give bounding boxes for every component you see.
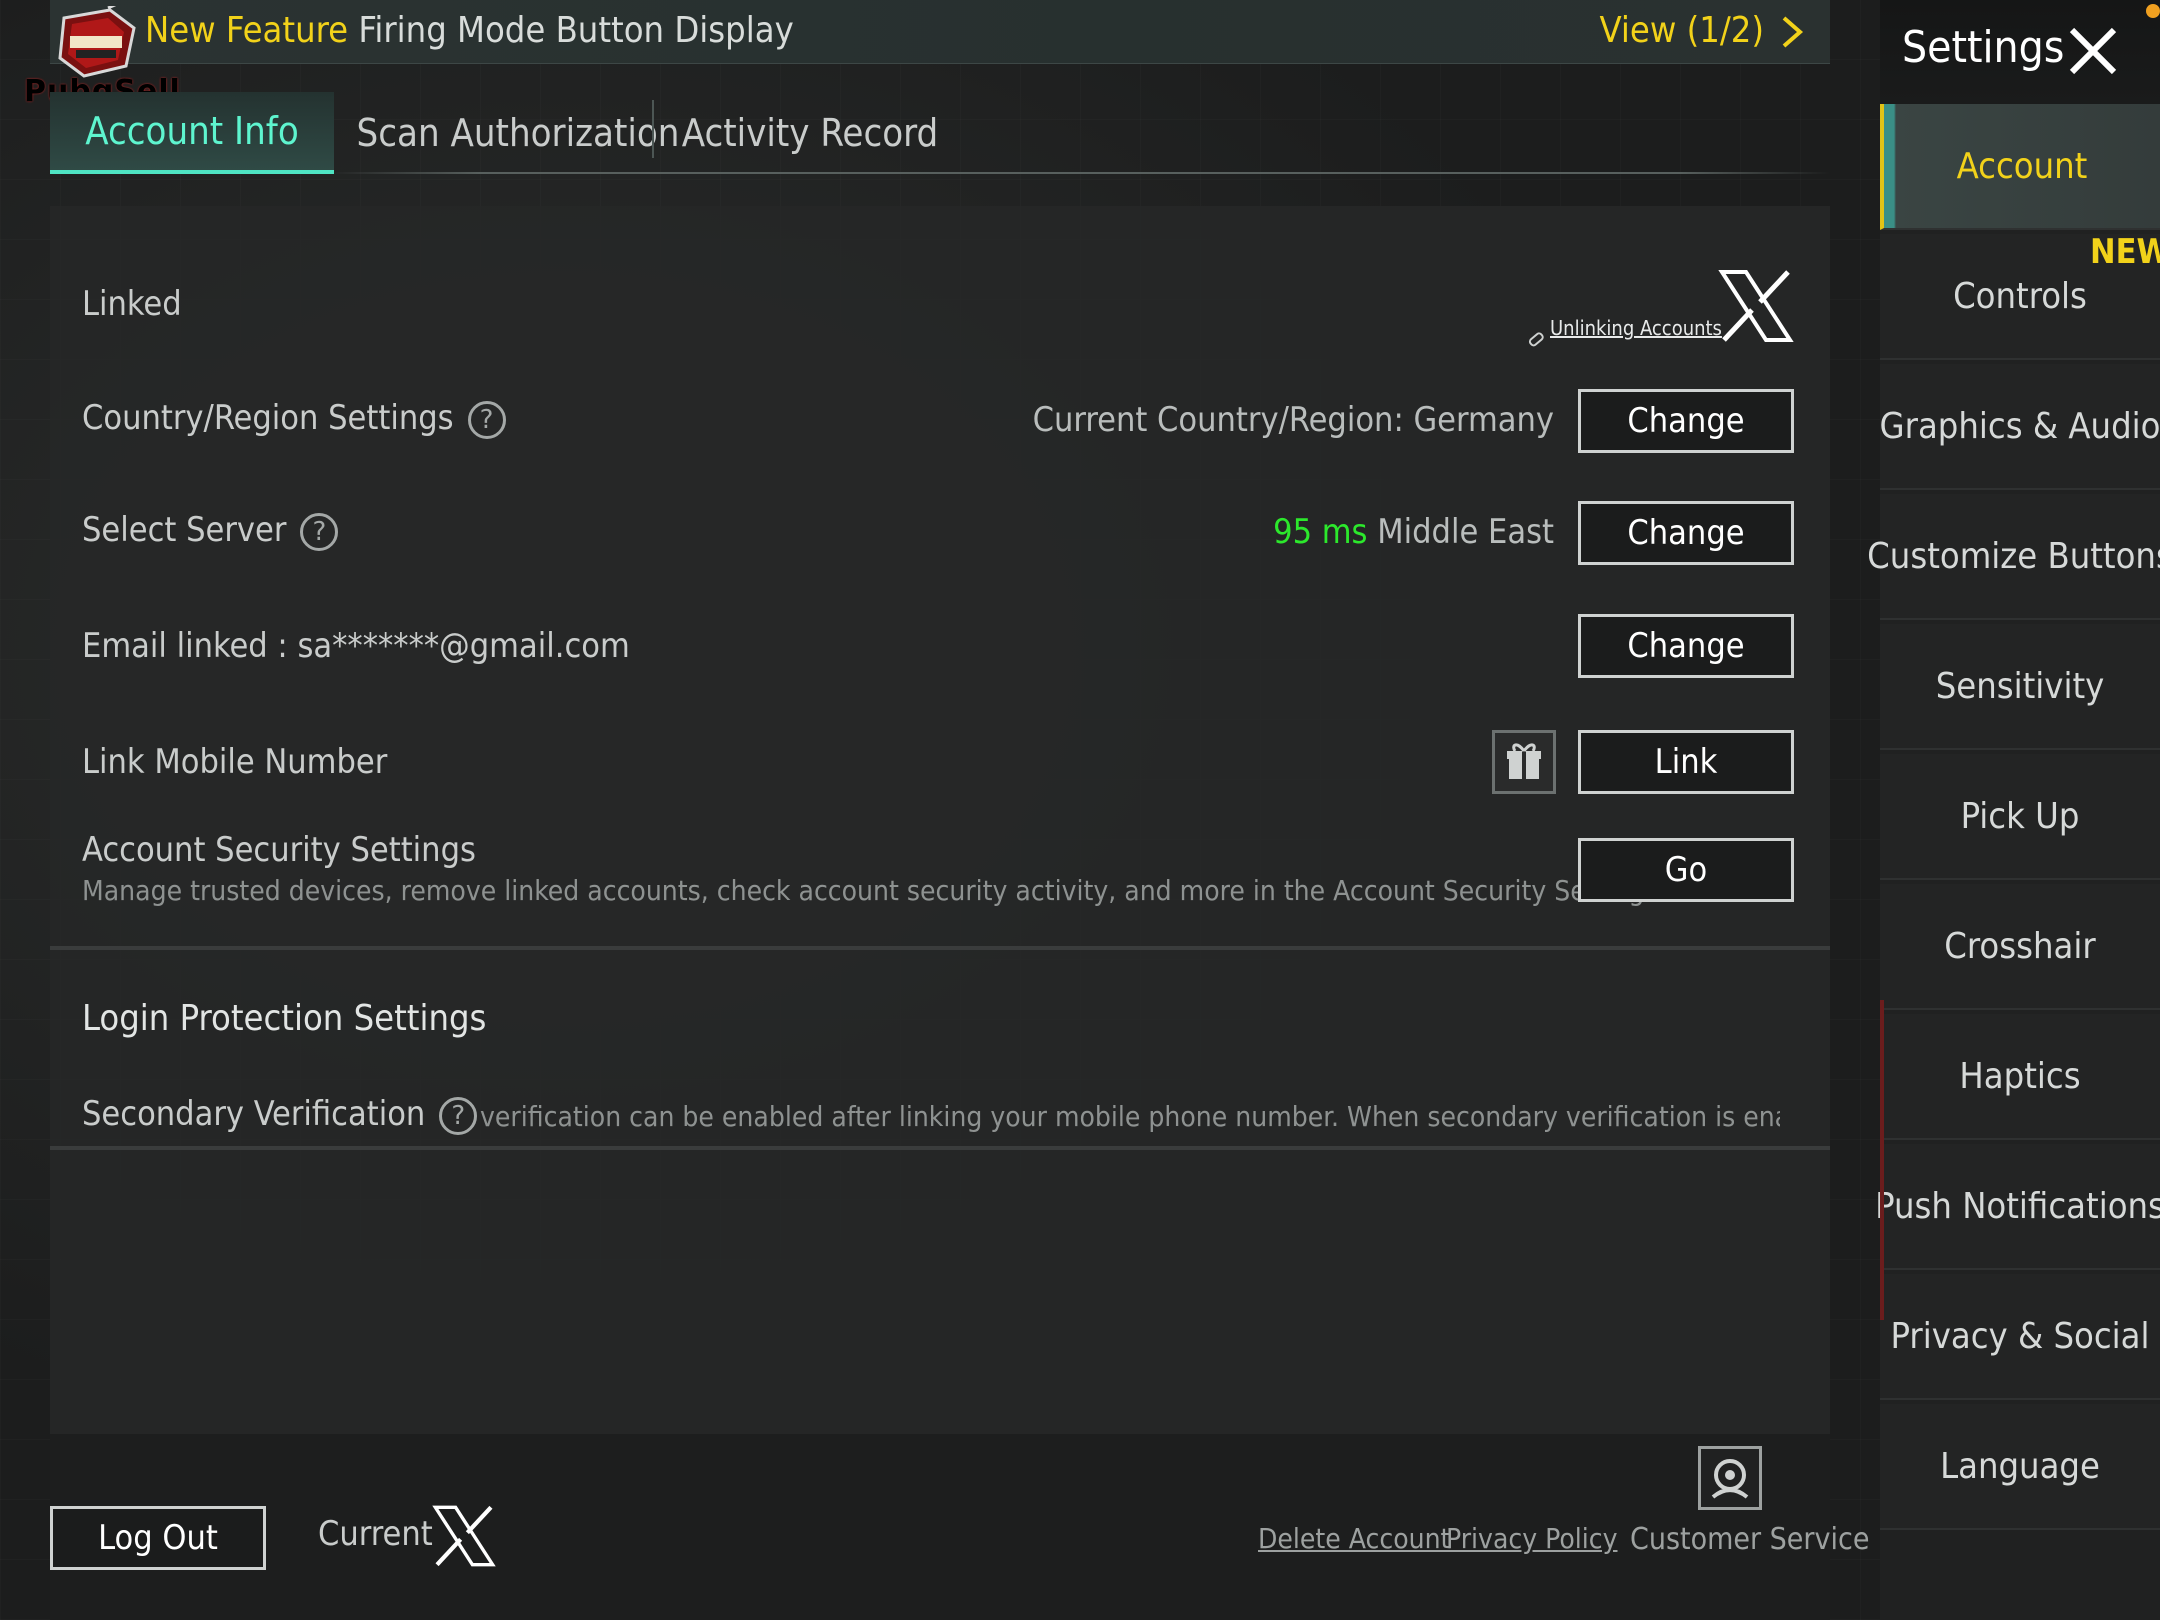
banner-title: New Feature Firing Mode Button Display <box>145 10 794 51</box>
tab-activity-record[interactable]: Activity Record <box>682 92 938 174</box>
sidebar-item-account[interactable]: Account <box>1880 104 2160 230</box>
change-country-button[interactable]: Change <box>1578 389 1794 453</box>
log-out-button[interactable]: Log Out <box>50 1506 266 1570</box>
help-icon[interactable]: ? <box>300 512 339 551</box>
settings-header: Settings <box>1880 0 2160 104</box>
server-ping: 95 ms <box>1273 512 1368 552</box>
tab-separator <box>652 100 654 158</box>
feature-banner[interactable]: New Feature Firing Mode Button Display V… <box>50 0 1830 64</box>
chevron-right-icon[interactable] <box>1776 12 1806 52</box>
tab-underline <box>330 172 1830 174</box>
notification-dot <box>2146 4 2160 18</box>
sidebar-item-push-notifications[interactable]: Push Notifications <box>1875 1144 2160 1270</box>
sidebar-item-pick-up[interactable]: Pick Up <box>1880 754 2160 880</box>
change-server-button[interactable]: Change <box>1578 501 1794 565</box>
gift-icon[interactable] <box>1492 730 1556 794</box>
sidebar-item-customize-buttons[interactable]: Customize Buttons <box>1867 494 2160 620</box>
email-linked-label: Email linked : sa*******@gmail.com <box>82 626 630 666</box>
settings-title: Settings <box>1902 22 2065 73</box>
section-divider <box>50 946 1830 950</box>
server-region: Middle East <box>1377 512 1554 552</box>
select-server-row: Select Server? <box>82 510 339 551</box>
help-icon[interactable]: ? <box>439 1096 478 1135</box>
tab-account-info[interactable]: Account Info <box>50 92 334 174</box>
privacy-policy-link[interactable]: Privacy Policy <box>1446 1522 1618 1555</box>
country-region-label: Country/Region Settings <box>82 398 454 438</box>
sidebar-item-privacy-social[interactable]: Privacy & Social <box>1880 1274 2160 1400</box>
link-mobile-label: Link Mobile Number <box>82 742 388 782</box>
account-security-go-button[interactable]: Go <box>1578 838 1794 902</box>
close-icon[interactable] <box>2066 24 2120 78</box>
secondary-verification-label: Secondary Verification <box>82 1094 426 1134</box>
change-email-button[interactable]: Change <box>1578 614 1794 678</box>
sidebar-item-crosshair[interactable]: Crosshair <box>1880 884 2160 1010</box>
x-platform-icon <box>1718 270 1794 342</box>
secondary-verification-description: verification can be enabled after linkin… <box>480 1100 1780 1133</box>
banner-highlight: New Feature <box>145 10 349 51</box>
tab-bar: Account Info Scan Authorization Activity… <box>50 92 1830 176</box>
current-account-label: Current <box>318 1514 433 1554</box>
account-security-label: Account Security Settings <box>82 830 476 870</box>
sidebar-item-haptics[interactable]: Haptics <box>1880 1014 2160 1140</box>
sidebar-item-sensitivity[interactable]: Sensitivity <box>1880 624 2160 750</box>
login-protection-title: Login Protection Settings <box>82 998 487 1039</box>
link-icon <box>1528 332 1544 347</box>
secondary-verification-row: Secondary Verification? <box>82 1094 478 1135</box>
account-info-panel: Linked Unlinking Accounts Country/Region… <box>50 206 1830 1434</box>
select-server-label: Select Server <box>82 510 287 550</box>
country-region-value: Current Country/Region: Germany <box>1032 400 1554 440</box>
delete-account-link[interactable]: Delete Account <box>1258 1522 1450 1555</box>
tab-scan-authorization[interactable]: Scan Authorization <box>350 92 686 174</box>
customer-service-icon[interactable] <box>1698 1446 1762 1510</box>
server-value: 95 ms Middle East <box>1273 512 1554 552</box>
country-region-row: Country/Region Settings? <box>82 398 506 439</box>
sidebar-item-graphics-audio[interactable]: Graphics & Audio <box>1880 364 2160 490</box>
sidebar-accent <box>1880 1000 1884 1320</box>
linked-label: Linked <box>82 284 182 324</box>
unlinking-accounts-link[interactable]: Unlinking Accounts <box>1550 316 1722 340</box>
x-platform-icon <box>432 1505 496 1567</box>
section-divider <box>50 1146 1830 1150</box>
banner-text: Firing Mode Button Display <box>358 10 794 51</box>
banner-view-link[interactable]: View (1/2) <box>1600 10 1764 51</box>
account-security-description: Manage trusted devices, remove linked ac… <box>82 874 1666 907</box>
customer-service-label[interactable]: Customer Service <box>1630 1522 1869 1557</box>
link-mobile-button[interactable]: Link <box>1578 730 1794 794</box>
new-badge: NEW <box>2090 232 2160 272</box>
help-icon[interactable]: ? <box>467 400 506 439</box>
sidebar-item-language[interactable]: Language <box>1880 1404 2160 1530</box>
